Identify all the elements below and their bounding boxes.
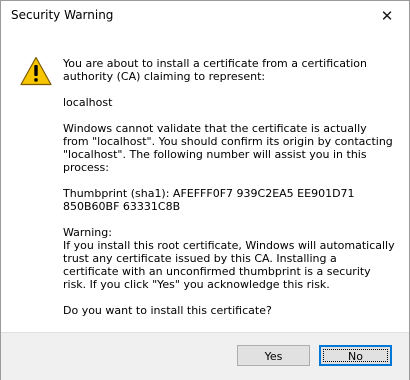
title-bar[interactable]: Security Warning ✕	[1, 1, 409, 31]
intro-text: You are about to install a certificate f…	[63, 57, 368, 83]
button-bar: Yes No	[1, 332, 409, 380]
warning-text: If you install this root certificate, Wi…	[63, 239, 395, 291]
validation-text: Windows cannot validate that the certifi…	[63, 122, 393, 174]
close-button[interactable]: ✕	[365, 1, 409, 31]
warning-triangle-icon	[20, 56, 52, 86]
warning-heading: Warning:	[63, 226, 112, 239]
security-warning-dialog: Security Warning ✕ You are about to inst…	[0, 0, 410, 380]
no-button-label: No	[348, 350, 363, 363]
question-text: Do you want to install this certificate?	[63, 304, 272, 317]
dialog-title: Security Warning	[11, 8, 114, 22]
host-name: localhost	[63, 96, 113, 109]
yes-button[interactable]: Yes	[237, 345, 310, 366]
message-body: You are about to install a certificate f…	[63, 57, 395, 330]
thumbprint-text: Thumbprint (sha1): AFEFFF0F7 939C2EA5 EE…	[63, 187, 355, 213]
yes-button-label: Yes	[264, 350, 283, 363]
no-button[interactable]: No	[319, 345, 392, 366]
